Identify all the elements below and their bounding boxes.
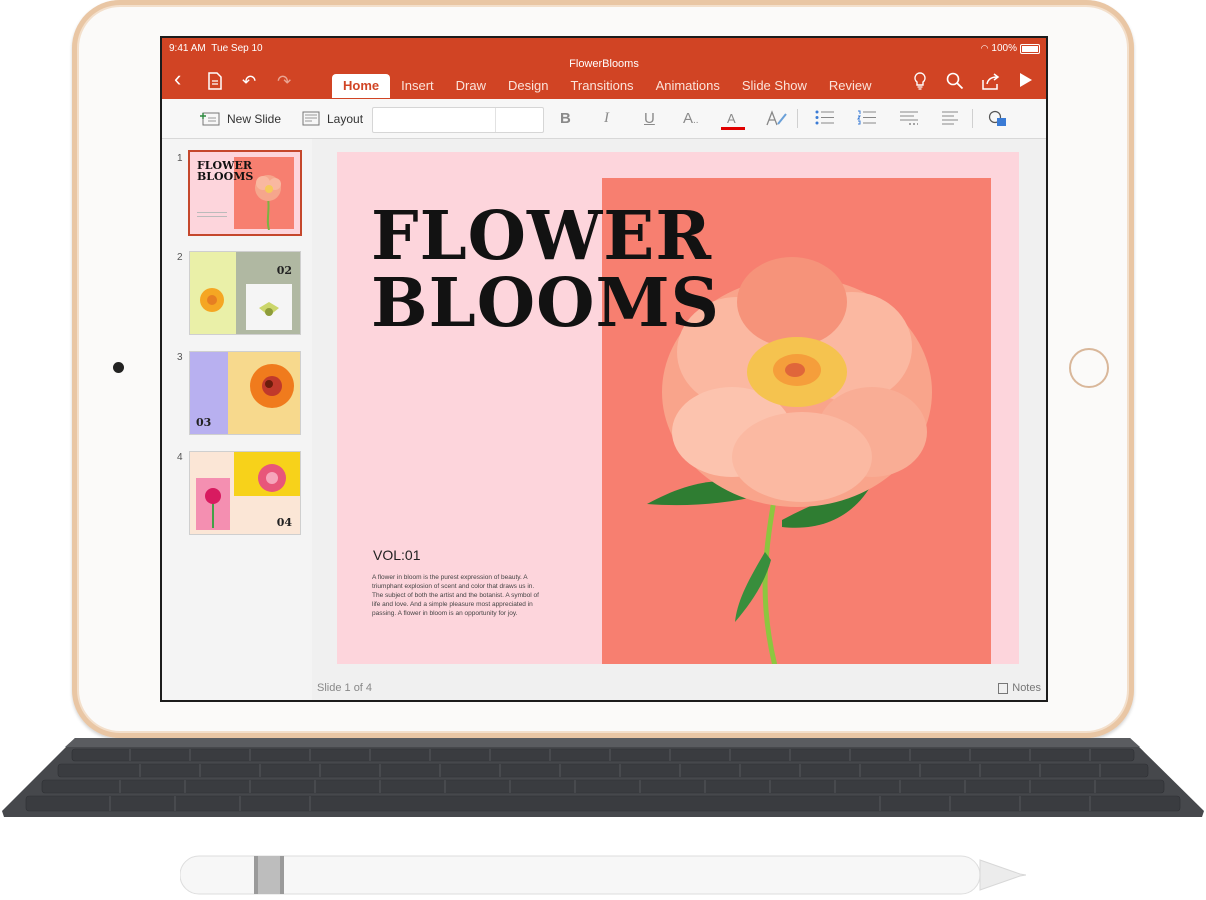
thumb-flower-image [255, 175, 281, 230]
lightbulb-icon[interactable] [913, 72, 927, 95]
tab-animations[interactable]: Animations [645, 74, 731, 98]
home-button[interactable] [1069, 348, 1109, 388]
tab-home[interactable]: Home [332, 74, 391, 98]
layout-icon [302, 111, 320, 126]
notes-button[interactable]: Notes [998, 682, 1041, 694]
battery-icon [1020, 43, 1040, 54]
thumb-label: 03 [196, 416, 212, 429]
thumb-flower-image [258, 464, 286, 492]
thumb-label: 02 [276, 264, 292, 277]
italic-button[interactable]: I [604, 110, 609, 127]
bold-button[interactable]: B [560, 110, 571, 127]
file-icon[interactable] [207, 72, 223, 95]
new-slide-button[interactable]: New Slide [200, 111, 281, 126]
slide-thumbnails: 1 FLOWER BLOOMS 2 02 3 03 4 04 [162, 139, 313, 700]
text-effects-icon[interactable] [766, 110, 788, 130]
tab-insert[interactable]: Insert [390, 74, 445, 98]
status-clock: 9:41 AM [169, 43, 206, 54]
share-icon[interactable] [981, 72, 1001, 95]
bullets-icon[interactable] [815, 110, 835, 129]
apple-pencil [180, 855, 1026, 895]
new-slide-label: New Slide [227, 111, 282, 126]
undo-icon[interactable]: ↶ [242, 72, 256, 92]
thumb-number: 1 [177, 153, 183, 164]
new-slide-icon [200, 112, 220, 126]
front-camera [113, 362, 124, 373]
thumb-text-line [197, 216, 227, 217]
play-icon[interactable] [1019, 72, 1033, 93]
font-size-divider [495, 108, 496, 132]
ribbon-tabs: Home Insert Draw Design Transitions Anim… [332, 74, 883, 98]
thumbnail-slide-4[interactable]: 04 [190, 452, 300, 534]
font-color-swatch [721, 127, 745, 130]
thumb-flower-image [200, 288, 224, 312]
home-ribbon: New Slide Layout B I U A.. A [162, 99, 1046, 139]
smart-keyboard [2, 738, 1204, 817]
font-size-ellipsis: .. [693, 115, 699, 126]
thumb-number: 4 [177, 452, 183, 463]
thumbnail-slide-1[interactable]: FLOWER BLOOMS [190, 152, 300, 234]
redo-icon[interactable]: ↷ [277, 72, 291, 92]
thumb-flower-image [205, 488, 221, 528]
indent-icon[interactable] [899, 110, 919, 129]
ribbon-separator [797, 109, 798, 128]
tab-design[interactable]: Design [497, 74, 559, 98]
ribbon-separator [972, 109, 973, 128]
slide-title[interactable]: FLOWER BLOOMS [371, 202, 720, 336]
thumbnail-slide-2[interactable]: 02 [190, 252, 300, 334]
tab-slide-show[interactable]: Slide Show [731, 74, 818, 98]
underline-button[interactable]: U [644, 110, 655, 127]
slide-title-line2: BLOOMS [371, 263, 721, 342]
slide-canvas: FLOWER BLOOMS VOL:01 A flower in bloom i… [312, 139, 1046, 700]
back-icon[interactable]: ‹ [174, 68, 181, 90]
slide-body-text[interactable]: A flower in bloom is the purest expressi… [372, 573, 542, 618]
thumbnail-slide-3[interactable]: 03 [190, 352, 300, 434]
notes-icon [998, 682, 1009, 694]
app-screen: 9:41 AM Tue Sep 10 ◠ 100% FlowerBlooms ‹… [160, 36, 1048, 702]
tab-draw[interactable]: Draw [445, 74, 497, 98]
thumb-orchid-image [259, 302, 279, 316]
slide-counter: Slide 1 of 4 [317, 682, 373, 694]
status-time: 9:41 AM Tue Sep 10 [169, 43, 263, 54]
thumb-label: 04 [276, 516, 292, 529]
shapes-icon[interactable] [988, 110, 1008, 132]
font-color-button[interactable]: A [721, 110, 745, 130]
wifi-icon: ◠ [980, 43, 989, 53]
font-size-button[interactable]: A.. [683, 110, 699, 127]
search-icon[interactable] [946, 72, 964, 95]
numbering-icon[interactable] [857, 110, 877, 129]
title-bar: 9:41 AM Tue Sep 10 ◠ 100% FlowerBlooms ‹… [162, 38, 1046, 99]
volume-label[interactable]: VOL:01 [373, 547, 420, 563]
thumb-flower-image [250, 364, 294, 408]
layout-label: Layout [327, 111, 364, 126]
status-date: Tue Sep 10 [211, 43, 263, 54]
align-icon[interactable] [941, 110, 959, 129]
battery-percent: 100% [991, 43, 1017, 54]
status-right: ◠ 100% [981, 43, 1040, 54]
notes-label: Notes [1012, 682, 1041, 694]
layout-button[interactable]: Layout [302, 111, 363, 126]
font-color-label: A [727, 111, 736, 126]
tab-transitions[interactable]: Transitions [559, 74, 644, 98]
document-title: FlowerBlooms [569, 58, 639, 70]
thumb-text-line [197, 212, 227, 213]
thumb-number: 2 [177, 252, 183, 263]
thumb-number: 3 [177, 352, 183, 363]
slide-title-line1: FLOWER [371, 196, 713, 275]
font-size-label: A [683, 110, 694, 127]
current-slide[interactable]: FLOWER BLOOMS VOL:01 A flower in bloom i… [337, 152, 1019, 664]
font-name-field[interactable] [372, 107, 544, 133]
tab-review[interactable]: Review [818, 74, 883, 98]
